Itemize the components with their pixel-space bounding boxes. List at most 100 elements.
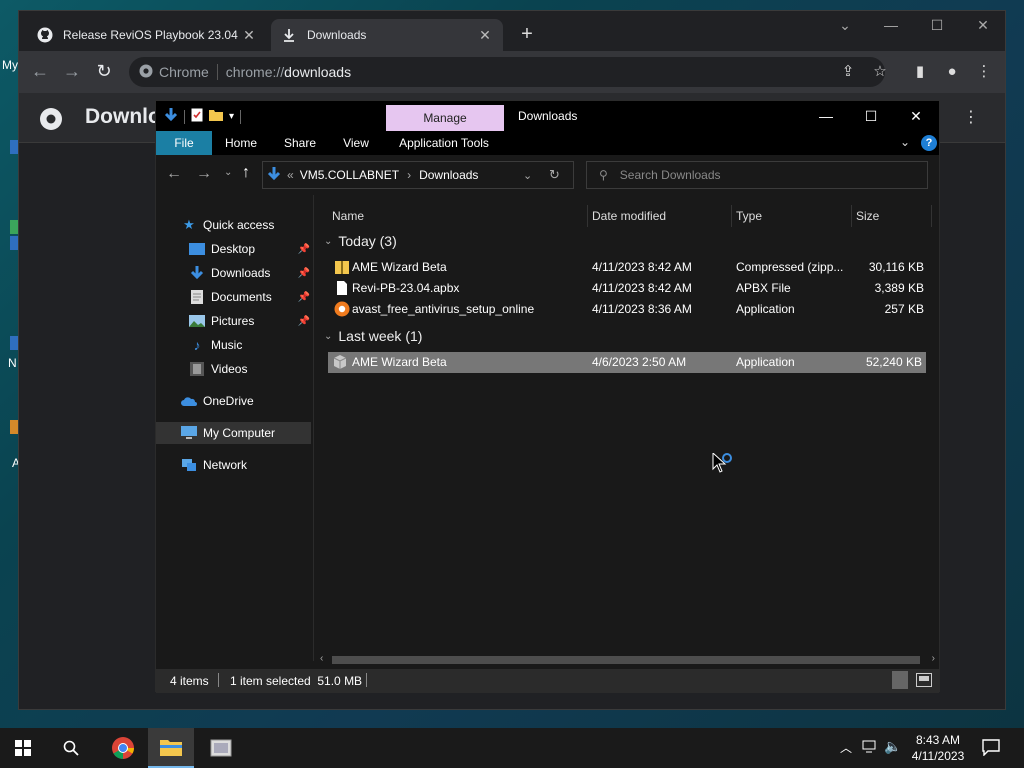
refresh-icon[interactable]: ↻ [549,167,560,183]
scroll-right-icon[interactable]: › [932,653,935,664]
desktop-icon [188,241,206,257]
star-icon[interactable]: ☆ [869,61,891,83]
share-icon[interactable]: ⇪ [837,61,859,83]
back-button[interactable]: ← [29,61,51,83]
profile-icon[interactable]: ● [941,61,963,83]
nav-pictures[interactable]: Pictures 📌 [188,310,310,332]
more-actions-icon[interactable]: ⋮ [963,107,979,127]
desktop-icon-fragment[interactable] [10,236,18,250]
group-header-today[interactable]: ⌄ Today (3) [324,233,397,249]
menu-icon[interactable]: ⋮ [973,61,995,83]
new-tab-button[interactable]: + [517,24,537,45]
minimize-button[interactable]: — [871,17,911,33]
file-size: 52,240 KB [865,355,922,369]
site-chip: Chrome [159,64,209,80]
customize-qat-icon[interactable]: ▾ [229,111,234,122]
scrollbar-thumb[interactable] [332,656,920,664]
tab-file[interactable]: File [156,131,212,155]
tab-github-release[interactable]: Release ReviOS Playbook 23.04 · ✕ [27,19,267,51]
group-header-last-week[interactable]: ⌄ Last week (1) [324,328,422,344]
close-icon[interactable]: ✕ [241,27,257,44]
tab-view[interactable]: View [338,131,374,155]
nav-quick-access[interactable]: ★ Quick access [180,214,310,236]
address-bar[interactable]: « VM5.COLLABNET › Downloads ⌄ ↻ [262,161,574,189]
column-header-name[interactable]: Name [328,205,588,227]
side-panel-icon[interactable]: ▮ [909,61,931,83]
breadcrumb-part[interactable]: VM5.COLLABNET [300,168,399,182]
tab-home[interactable]: Home [220,131,262,155]
search-input[interactable]: ⚲ Search Downloads [586,161,928,189]
tab-share[interactable]: Share [280,131,320,155]
collapse-chevron-icon[interactable]: ⌄ [324,236,332,247]
nav-downloads[interactable]: Downloads 📌 [188,262,310,284]
chrome-logo-icon [39,107,63,134]
tab-application-tools[interactable]: Application Tools [392,131,496,155]
folder-icon [160,740,182,756]
expand-ribbon-icon[interactable]: ⌄ [900,135,910,149]
breadcrumb-part[interactable]: Downloads [419,168,478,182]
address-bar[interactable]: Chrome chrome:// downloads [129,57,885,87]
onedrive-icon [180,393,198,409]
maximize-button[interactable]: ☐ [917,17,957,34]
details-view-icon[interactable] [892,671,908,689]
nav-onedrive[interactable]: OneDrive [180,390,310,412]
network-status-icon[interactable] [862,740,878,757]
divider [240,109,242,124]
volume-icon[interactable]: 🔈 [884,738,901,755]
tab-downloads[interactable]: Downloads ✕ [271,19,503,51]
url-scheme: chrome:// [225,64,285,80]
recent-locations-icon[interactable]: ⌄ [224,167,232,178]
desktop-icon-fragment[interactable] [10,336,18,350]
taskbar-app[interactable] [198,728,244,768]
column-header-type[interactable]: Type [732,205,852,227]
taskbar-chrome[interactable] [100,728,146,768]
horizontal-scrollbar[interactable]: ‹ › [314,653,939,667]
breadcrumb-overflow[interactable]: « [287,168,294,182]
manage-context-tab[interactable]: Manage [386,105,504,131]
table-row[interactable]: Revi-PB-23.04.apbx 4/11/2023 8:42 AM APB… [330,278,928,299]
close-window-button[interactable]: ✕ [894,105,938,127]
collapse-chevron-icon[interactable]: ⌄ [324,331,332,342]
column-header-size[interactable]: Size [852,205,932,227]
tab-search-icon[interactable]: ⌄ [825,17,865,34]
breadcrumb-chevron-icon[interactable]: › [407,168,411,182]
system-clock[interactable]: 8:43 AM 4/11/2023 [906,732,970,764]
file-name: AME Wizard Beta [352,355,447,369]
back-button[interactable]: ← [166,165,182,183]
close-icon[interactable]: ✕ [477,27,493,44]
taskbar-file-explorer[interactable] [148,728,194,768]
search-button[interactable] [48,728,94,768]
column-header-date-modified[interactable]: Date modified [588,205,732,227]
new-folder-icon[interactable] [209,109,223,124]
nav-documents[interactable]: Documents 📌 [188,286,310,308]
large-icons-view-icon[interactable] [916,673,932,690]
nav-network[interactable]: Network [180,454,310,476]
properties-icon[interactable] [191,108,203,125]
desktop-icon-fragment[interactable] [10,140,18,154]
file-type: APBX File [736,281,791,295]
table-row-selected[interactable]: AME Wizard Beta 4/6/2023 2:50 AM Applica… [328,352,926,373]
nav-label: Desktop [211,242,256,256]
start-button[interactable] [0,728,46,768]
chevron-down-icon[interactable]: ⌄ [523,169,532,182]
table-row[interactable]: AME Wizard Beta 4/11/2023 8:42 AM Compre… [330,257,928,278]
desktop-icon-fragment[interactable] [10,420,18,434]
nav-music[interactable]: ♪ Music [188,334,310,356]
chevron-up-icon[interactable]: ︿ [840,739,852,756]
nav-desktop[interactable]: Desktop 📌 [188,238,310,260]
nav-videos[interactable]: Videos [188,358,310,380]
table-row[interactable]: avast_free_antivirus_setup_online 4/11/2… [330,299,928,320]
minimize-button[interactable]: — [804,105,848,127]
scroll-left-icon[interactable]: ‹ [320,653,323,664]
reload-button[interactable]: ↻ [93,61,115,83]
help-icon[interactable]: ? [921,135,937,151]
up-button[interactable]: ↑ [242,164,250,182]
close-window-button[interactable]: ✕ [963,17,1003,34]
tab-title: Release ReviOS Playbook 23.04 · [63,28,241,42]
maximize-button[interactable]: ☐ [849,105,893,127]
forward-button[interactable]: → [61,61,83,83]
desktop-icon-fragment[interactable] [10,220,18,234]
nav-my-computer[interactable]: My Computer [156,422,311,444]
notification-icon[interactable] [982,738,1000,759]
forward-button[interactable]: → [196,165,212,183]
